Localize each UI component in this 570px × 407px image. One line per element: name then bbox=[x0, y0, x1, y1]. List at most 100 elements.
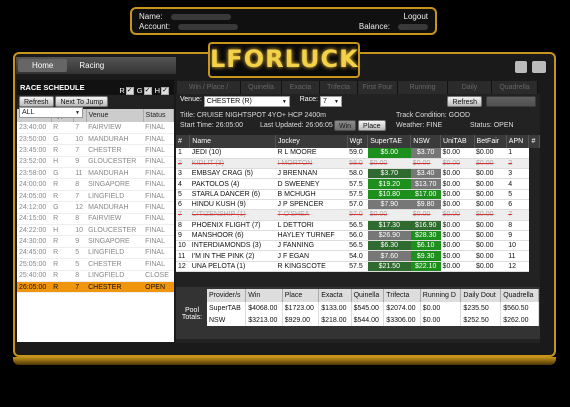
refresh-schedule-button[interactable]: Refresh bbox=[19, 96, 54, 107]
filter-r-checkbox[interactable]: ✓ bbox=[125, 87, 134, 96]
tab-3[interactable]: Trifecta bbox=[320, 81, 358, 94]
runner-row[interactable]: 5 STARLA DANCER (6) B MCHUGH 57.5 $10.80 $17.… bbox=[176, 189, 540, 200]
runner-row[interactable]: 3 EMBSAY CRAG (5) J BRENNAN 58.0 $3.70 $3.40 $… bbox=[176, 168, 540, 180]
schedule-row[interactable]: 23:52:00 H 9 GLOUCESTER FINAL bbox=[17, 156, 174, 169]
schedule-row[interactable]: 23:45:00 R 7 CHESTER FINAL bbox=[17, 144, 174, 157]
tab-6[interactable]: Daily Double bbox=[448, 81, 492, 104]
runner-row[interactable]: 11 I'M IN THE PINK (2) J F EGAN 54.0 $7.60 $9… bbox=[176, 250, 540, 262]
runner-cell[interactable]: $28.30 bbox=[410, 230, 441, 242]
schedule-row[interactable]: 24:05:00 R 7 LINGFIELD FINAL bbox=[17, 190, 174, 203]
runner-cell: R KINGSCOTE bbox=[275, 261, 348, 273]
schedule-cell: OPEN bbox=[143, 281, 174, 294]
runner-cell[interactable]: $10.80 bbox=[367, 189, 411, 200]
runner-cell[interactable]: $13.70 bbox=[410, 178, 441, 190]
pool-table: Provider/s Win Place Exacta Quinella Trifecta… bbox=[207, 289, 539, 326]
runner-column-header[interactable]: UniTAB bbox=[440, 135, 475, 148]
schedule-cell: 7 bbox=[73, 190, 87, 203]
runner-cell: $0.00 bbox=[440, 189, 475, 200]
runner-cell[interactable]: $22.10 bbox=[410, 261, 441, 273]
schedule-column-header[interactable]: Venue bbox=[86, 109, 144, 122]
win-toggle[interactable]: Win bbox=[334, 120, 357, 131]
filter-h-checkbox[interactable]: ✓ bbox=[161, 87, 169, 96]
runner-cell[interactable]: $6.30 bbox=[367, 240, 411, 252]
runner-cell[interactable]: $0.00 bbox=[367, 158, 411, 170]
runner-column-header[interactable]: # bbox=[528, 135, 540, 148]
runner-cell[interactable]: $26.90 bbox=[367, 230, 411, 242]
runner-row[interactable]: 8 PHOENIX FLIGHT (7) L DETTORI 56.5 $17.30 $1… bbox=[176, 220, 540, 231]
info-icon[interactable] bbox=[515, 61, 527, 73]
runner-cell: 12 bbox=[506, 261, 529, 273]
runner-cell[interactable]: $0.00 bbox=[410, 209, 441, 221]
runner-column-header[interactable]: Jockey bbox=[275, 135, 348, 148]
logout-link[interactable]: Logout bbox=[404, 12, 428, 21]
schedule-row[interactable]: 23:58:00 G 11 MANDURAH FINAL bbox=[17, 167, 174, 180]
schedule-row[interactable]: 24:30:00 R 9 SINGAPORE FINAL bbox=[17, 235, 174, 248]
refresh-race-button[interactable]: Refresh bbox=[447, 96, 482, 107]
runner-cell[interactable]: $0.00 bbox=[367, 209, 411, 221]
next-to-jump-button[interactable]: Next To Jump bbox=[55, 96, 109, 107]
runner-cell[interactable]: $17.30 bbox=[367, 220, 411, 231]
runner-column-header[interactable]: NSW bbox=[410, 135, 442, 148]
tab-4[interactable]: First Four bbox=[358, 81, 398, 94]
runner-cell[interactable]: $19.20 bbox=[367, 178, 411, 190]
schedule-row[interactable]: 24:15:00 R 8 FAIRVIEW FINAL bbox=[17, 213, 174, 226]
runner-cell: 4 bbox=[506, 178, 529, 190]
runner-cell[interactable]: $0.00 bbox=[410, 158, 441, 170]
runner-cell[interactable]: $5.00 bbox=[367, 148, 411, 159]
tab-2[interactable]: Exacta bbox=[282, 81, 320, 94]
schedule-cell: 8 bbox=[73, 178, 87, 191]
schedule-row[interactable]: 25:40:00 R 8 LINGFIELD CLOSE bbox=[17, 270, 174, 282]
runner-cell[interactable]: $7.60 bbox=[367, 250, 411, 262]
runner-row[interactable]: 12 UNA PELOTA (1) R KINGSCOTE 57.5 $21.50 $22… bbox=[176, 261, 540, 273]
home-button[interactable]: Home bbox=[18, 59, 68, 72]
schedule-row[interactable]: 23:40:00 R 7 FAIRVIEW FINAL bbox=[17, 122, 174, 134]
runner-cell[interactable]: $9.80 bbox=[410, 199, 441, 211]
schedule-row[interactable]: 23:50:00 G 10 MANDURAH FINAL bbox=[17, 133, 174, 146]
runner-column-header[interactable]: # bbox=[176, 135, 191, 148]
runner-cell[interactable]: $7.90 bbox=[367, 199, 411, 211]
runner-cell: R L MOORE bbox=[275, 148, 348, 159]
tab-1[interactable]: Quinella bbox=[241, 81, 282, 94]
runner-cell[interactable]: $3.70 bbox=[367, 168, 411, 180]
runner-cell: $0.00 bbox=[474, 189, 507, 200]
runner-row[interactable]: 10 INTERDIAMONDS (3) J FANNING 56.5 $6.30 $6.… bbox=[176, 240, 540, 252]
schedule-column-header[interactable]: Status bbox=[143, 109, 175, 122]
runner-column-header[interactable]: Wgt bbox=[347, 135, 369, 148]
runner-row[interactable]: 1 JEDI (10) R L MOORE 59.0 $5.00 $3.70 $0.00 $0… bbox=[176, 148, 540, 159]
tab-0[interactable]: Win / Place / Eachway bbox=[177, 81, 241, 104]
runner-cell[interactable]: $16.90 bbox=[410, 220, 441, 231]
runner-cell[interactable]: $3.40 bbox=[410, 168, 441, 180]
runner-row[interactable]: 7 CITIZENSHIP (1) T O'SHEA 57.0 $0.00 $0.00 $0… bbox=[176, 209, 540, 221]
runner-cell: $0.00 bbox=[474, 220, 507, 231]
runner-column-header[interactable]: APN bbox=[506, 135, 530, 148]
runner-column-header[interactable]: BetFair bbox=[474, 135, 507, 148]
filter-g-checkbox[interactable]: ✓ bbox=[143, 87, 152, 96]
pool-column-header: Win bbox=[245, 289, 283, 302]
runner-column-header[interactable]: Name bbox=[189, 135, 277, 148]
runner-cell[interactable]: $9.30 bbox=[410, 250, 441, 262]
race-select[interactable]: 7 bbox=[319, 96, 342, 107]
runner-column-header[interactable]: SuperTAE bbox=[367, 135, 412, 148]
schedule-row[interactable]: 24:00:00 R 8 SINGAPORE FINAL bbox=[17, 178, 174, 191]
runner-cell[interactable]: $21.50 bbox=[367, 261, 411, 273]
runner-cell[interactable]: $17.00 bbox=[410, 189, 441, 200]
schedule-row[interactable]: 24:22:00 H 10 GLOUCESTER FINAL bbox=[17, 224, 174, 237]
schedule-row[interactable]: 24:45:00 R 5 LINGFIELD FINAL bbox=[17, 247, 174, 260]
popout-icon[interactable] bbox=[532, 61, 546, 73]
schedule-filter-select[interactable]: ALL bbox=[19, 107, 83, 118]
schedule-row[interactable]: 25:05:00 R 5 CHESTER FINAL bbox=[17, 258, 174, 271]
runner-row[interactable]: 2 KIDLIT (3) I MORTON 58.0 $0.00 $0.00 $0.00 $0… bbox=[176, 158, 540, 170]
runner-row[interactable]: 9 MANSHOOR (6) HAYLEY TURNEF 56.0 $26.90 $28.… bbox=[176, 230, 540, 242]
venue-select[interactable]: CHESTER (R) bbox=[203, 96, 290, 107]
weather: Weather: FINE bbox=[396, 122, 443, 129]
place-toggle[interactable]: Place bbox=[358, 120, 386, 131]
runner-cell[interactable]: $3.70 bbox=[410, 148, 441, 159]
runner-cell[interactable]: $6.10 bbox=[410, 240, 441, 252]
schedule-row[interactable]: 24:12:00 G 12 MANDURAH FINAL bbox=[17, 201, 174, 214]
runner-row[interactable]: 4 PAKTOLOS (4) D SWEENEY 57.5 $19.20 $13.70 $0… bbox=[176, 178, 540, 190]
tab-5[interactable]: Running Double bbox=[398, 81, 448, 104]
runner-cell: PHOENIX FLIGHT (7) bbox=[189, 220, 276, 231]
runner-row[interactable]: 6 HINDU KUSH (9) J P SPENCER 57.0 $7.90 $9.80… bbox=[176, 199, 540, 211]
schedule-row[interactable]: 26:05:00 R 7 CHESTER OPEN bbox=[17, 281, 174, 294]
tab-7[interactable]: Quadrella bbox=[492, 81, 538, 94]
